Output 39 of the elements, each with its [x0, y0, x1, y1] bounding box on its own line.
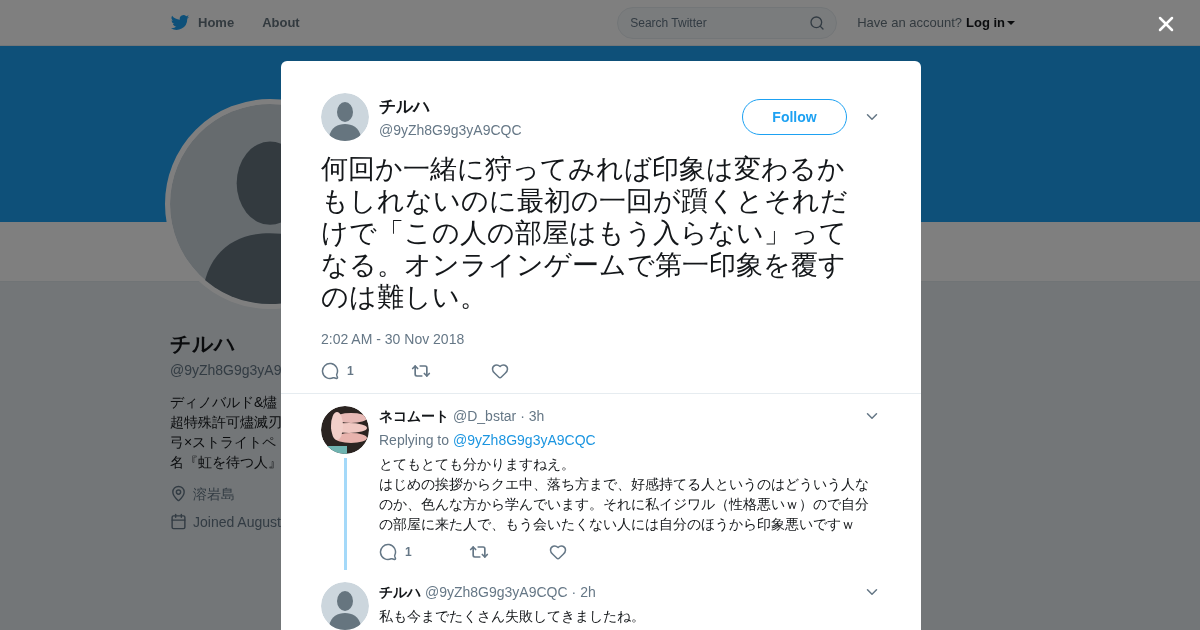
search-field[interactable]: Search Twitter	[617, 6, 838, 39]
reply-text: 私も今までたくさん失敗してきましたね。	[379, 607, 646, 626]
like-icon[interactable]	[491, 362, 509, 380]
account-prompt: Have an account?	[857, 13, 962, 32]
reply-time: · 3h	[520, 407, 545, 426]
search-icon[interactable]	[809, 14, 826, 31]
reply-count: 1	[405, 544, 412, 560]
replying-to-label: Replying to	[379, 431, 450, 450]
profile-handle: @9yZh8G9g3yA9	[170, 360, 283, 380]
reply-text: とてもとても分かりますねえ。	[379, 455, 576, 474]
location-icon	[170, 485, 187, 502]
nav-link[interactable]: Home	[198, 12, 235, 33]
reply-icon[interactable]	[379, 543, 397, 561]
mention-link[interactable]: @9yZh8G9g3yA9CQC	[453, 430, 596, 450]
profile-joined: Joined August	[193, 512, 281, 532]
nav-link[interactable]: About	[262, 12, 300, 33]
like-icon[interactable]	[549, 543, 567, 561]
reply-author-name: ネコムート	[379, 407, 449, 426]
profile-bio-line: 超特殊許可燼滅刃	[170, 412, 283, 432]
reply-author-handle: @9yZh8G9g3yA9CQC	[425, 583, 568, 602]
calendar-icon	[170, 513, 187, 530]
tweet-timestamp: 2:02 AM - 30 Nov 2018	[321, 330, 466, 349]
reply-time: · 2h	[571, 583, 596, 602]
reply-text: はじめの挨拶からクエ中、落ち方まで、好感持てる人というのはどういう人なのか、色んな方から学んでいます。それに私イジワル（性格悪いｗ）ので自分の部屋に来た人で、もう会いたくない人には自分のほうから印象悪いですｗ	[379, 475, 870, 534]
profile-location: 溶岩島	[193, 484, 235, 504]
profile-name: チルハ	[170, 331, 237, 357]
reply-count: 1	[347, 363, 354, 379]
profile-bio-line: 名『虹を待つ人』	[170, 452, 283, 472]
reply-icon[interactable]	[321, 362, 339, 380]
author-avatar	[321, 93, 369, 141]
reply-avatar	[321, 582, 369, 630]
author-handle: @9yZh8G9g3yA9CQC	[379, 120, 523, 140]
reply-author-name: チルハ	[379, 583, 421, 602]
tweet-text: 何回か一緒に狩ってみれば印象は変わるかもしれないのに最初の一回が躓くとそれだけで「この人の部屋はもう入らない」ってなる。オンラインゲームで第一印象を覆すのは難しい。	[321, 153, 849, 313]
profile-bio-line: 弓×ストライトペ	[170, 432, 278, 452]
profile-bio-line: ディノバルド&燼	[170, 392, 279, 412]
author-name: チルハ	[379, 96, 431, 119]
login-button[interactable]: Log in	[966, 12, 1015, 33]
reply-author-handle: @D_bstar	[453, 407, 517, 426]
